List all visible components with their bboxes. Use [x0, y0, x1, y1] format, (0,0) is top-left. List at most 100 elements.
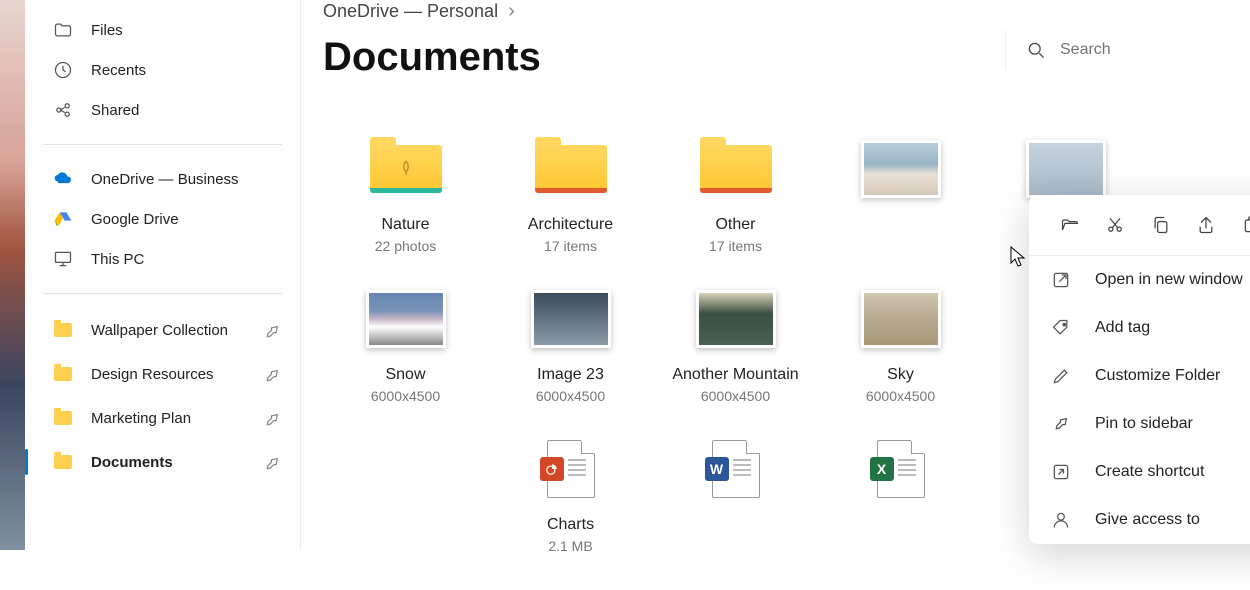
context-menu-label: Give access to — [1095, 511, 1200, 529]
share-action[interactable] — [1192, 211, 1220, 239]
file-tile[interactable]: Architecture 17 items — [488, 140, 653, 254]
tile-thumbnail: X — [861, 440, 941, 498]
open-action[interactable] — [1056, 211, 1084, 239]
file-tile[interactable]: X — [818, 440, 983, 554]
context-menu-label: Create shortcut — [1095, 463, 1204, 481]
tile-meta: 6000x4500 — [536, 388, 605, 404]
file-tile[interactable]: Another Mountain 6000x4500 — [653, 290, 818, 404]
desktop-wallpaper — [0, 0, 25, 550]
tile-thumbnail — [1026, 140, 1106, 198]
sidebar-item-label: Recents — [91, 62, 146, 79]
tile-thumbnail — [861, 290, 941, 348]
tile-thumbnail — [366, 140, 446, 198]
context-menu-item[interactable]: Open in new window — [1029, 256, 1250, 304]
share-icon — [53, 100, 73, 120]
tile-meta: 6000x4500 — [371, 388, 440, 404]
tile-meta: 2.1 MB — [548, 538, 592, 554]
folder-icon — [53, 20, 73, 40]
sidebar-item-label: Documents — [91, 454, 173, 471]
sidebar-item-this-pc[interactable]: This PC — [25, 239, 300, 279]
context-toolbar — [1029, 195, 1250, 256]
file-tile[interactable]: Nature 22 photos — [323, 140, 488, 254]
sidebar-item-label: Design Resources — [91, 366, 214, 383]
folder-icon — [53, 364, 73, 384]
context-menu-item[interactable]: Pin to sidebar — [1029, 400, 1250, 448]
sidebar-item-label: Files — [91, 22, 123, 39]
file-tile[interactable] — [818, 140, 983, 254]
copy-action[interactable] — [1147, 211, 1175, 239]
sidebar: Files Recents Shared OneDrive — Business… — [25, 0, 301, 550]
divider — [43, 293, 282, 294]
tile-thumbnail — [531, 290, 611, 348]
tag-icon — [1051, 318, 1071, 338]
folder-icon — [53, 408, 73, 428]
context-menu-label: Pin to sidebar — [1095, 415, 1193, 433]
file-tile[interactable]: Charts 2.1 MB — [488, 440, 653, 554]
tile-name: Snow — [385, 366, 425, 384]
sidebar-item-label: Shared — [91, 102, 139, 119]
context-menu-item[interactable]: Create shortcut — [1029, 448, 1250, 496]
file-tile[interactable]: W — [653, 440, 818, 554]
sidebar-item-files[interactable]: Files — [25, 10, 300, 50]
move-action[interactable] — [1238, 211, 1250, 239]
pin-icon — [262, 322, 278, 338]
folder-icon — [53, 452, 73, 472]
sidebar-pinned-documents[interactable]: Documents — [25, 440, 300, 484]
file-tile[interactable]: Image 23 6000x4500 — [488, 290, 653, 404]
tile-meta: 6000x4500 — [866, 388, 935, 404]
file-tile[interactable]: Sky6000x4500 — [818, 290, 983, 404]
tile-thumbnail — [696, 140, 776, 198]
onedrive-icon — [53, 169, 73, 189]
context-menu: Open in new window Add tag› Customize Fold… — [1029, 195, 1250, 544]
search-input[interactable] — [1060, 41, 1220, 59]
breadcrumb-text: OneDrive — Personal — [323, 1, 498, 22]
tile-meta: 6000x4500 — [701, 388, 770, 404]
tile-name: Charts — [547, 516, 594, 534]
search-box[interactable] — [1005, 30, 1250, 70]
search-icon — [1026, 40, 1046, 60]
tile-meta: 22 photos — [375, 238, 437, 254]
tile-name: Another Mountain — [672, 366, 798, 384]
context-menu-item[interactable]: Add tag› — [1029, 304, 1250, 352]
tile-thumbnail — [531, 140, 611, 198]
chevron-right-icon: › — [508, 0, 515, 23]
tile-name: Image 23 — [537, 366, 604, 384]
tile-thumbnail — [531, 440, 611, 498]
sidebar-pinned-marketing-plan[interactable]: Marketing Plan — [25, 396, 300, 440]
file-tile[interactable]: Other17 items — [653, 140, 818, 254]
shortcut-icon — [1051, 462, 1071, 482]
user-icon — [1051, 510, 1071, 530]
tile-meta: 17 items — [544, 238, 597, 254]
sidebar-item-google-drive[interactable]: Google Drive — [25, 199, 300, 239]
pin-icon — [262, 454, 278, 470]
breadcrumb[interactable]: OneDrive — Personal › — [323, 0, 1250, 23]
context-menu-label: Add tag — [1095, 319, 1150, 337]
monitor-icon — [53, 249, 73, 269]
sidebar-item-label: This PC — [91, 251, 144, 268]
gdrive-icon — [53, 209, 73, 229]
tile-name: Nature — [381, 216, 429, 234]
clock-icon — [53, 60, 73, 80]
tile-thumbnail — [366, 290, 446, 348]
sidebar-pinned-design-resources[interactable]: Design Resources — [25, 352, 300, 396]
sidebar-item-recents[interactable]: Recents — [25, 50, 300, 90]
file-tile[interactable]: Snow 6000x4500 — [323, 290, 488, 404]
tile-meta: 17 items — [709, 238, 762, 254]
context-menu-label: Open in new window — [1095, 271, 1243, 289]
cut-action[interactable] — [1101, 211, 1129, 239]
context-menu-item[interactable]: Give access to› — [1029, 496, 1250, 544]
folder-icon — [53, 320, 73, 340]
sidebar-pinned-wallpaper-collection[interactable]: Wallpaper Collection — [25, 308, 300, 352]
context-menu-label: Customize Folder — [1095, 367, 1220, 385]
sidebar-item-onedrive-business[interactable]: OneDrive — Business — [25, 159, 300, 199]
sidebar-item-label: Google Drive — [91, 211, 179, 228]
sidebar-item-label: OneDrive — Business — [91, 171, 239, 188]
sidebar-item-shared[interactable]: Shared — [25, 90, 300, 130]
main-content: OneDrive — Personal › Documents Nature22… — [301, 0, 1250, 550]
pin-icon — [262, 366, 278, 382]
tile-thumbnail — [696, 290, 776, 348]
tile-thumbnail — [861, 140, 941, 198]
sidebar-item-label: Wallpaper Collection — [91, 322, 228, 339]
tile-name: Architecture — [528, 216, 613, 234]
context-menu-item[interactable]: Customize Folder — [1029, 352, 1250, 400]
